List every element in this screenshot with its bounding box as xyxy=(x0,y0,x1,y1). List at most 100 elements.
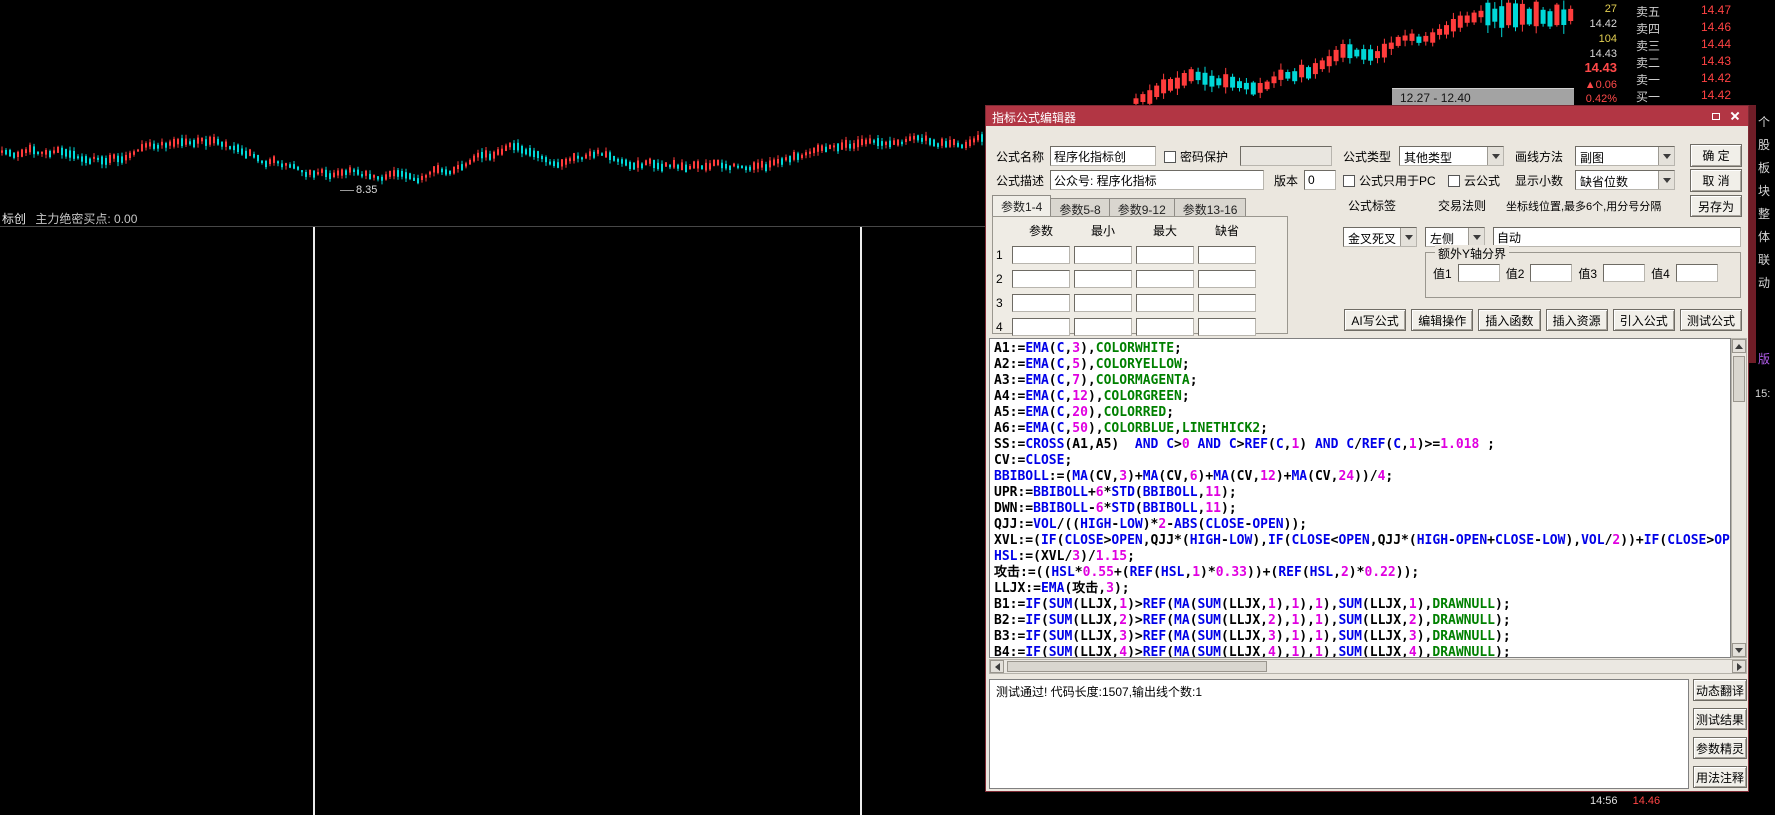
param-cell-input[interactable] xyxy=(1074,270,1132,288)
order-book-panel: 2714.4210414.4314.43▲0.060.42% 卖五14.47卖四… xyxy=(1579,0,1749,105)
scroll-right-icon[interactable] xyxy=(1732,660,1746,673)
coordinate-lines-input[interactable] xyxy=(1493,227,1741,247)
y-value-input-2[interactable] xyxy=(1530,264,1572,282)
scroll-down-icon[interactable] xyxy=(1732,643,1746,657)
code-line: A6:=EMA(C,50),COLORBLUE,LINETHICK2; xyxy=(994,421,1730,437)
param-column-header: 最小 xyxy=(1072,223,1134,239)
pc-only-checkbox[interactable]: 公式只用于PC xyxy=(1343,172,1436,189)
test-formula-button[interactable]: 测试公式 xyxy=(1680,309,1742,331)
edit-ops-button[interactable]: 编辑操作 xyxy=(1411,309,1473,331)
chevron-down-icon[interactable] xyxy=(1658,171,1674,189)
param-row-index: 3 xyxy=(994,296,1010,310)
quote-mini-value: 27 xyxy=(1579,3,1617,15)
usage-notes-button[interactable]: 用法注释 xyxy=(1693,766,1747,788)
trading-app-screen: 8.35 标创 主力绝密买点: 0.00 12.27 - 12.40 2714.… xyxy=(0,0,1775,815)
scroll-up-icon[interactable] xyxy=(1732,339,1746,353)
y-value-input-3[interactable] xyxy=(1603,264,1645,282)
code-vertical-scrollbar[interactable] xyxy=(1731,338,1747,658)
version-input[interactable] xyxy=(1304,170,1336,190)
param-cell-input[interactable] xyxy=(1136,294,1194,312)
checkbox-box[interactable] xyxy=(1343,175,1355,187)
draw-method-select[interactable]: 副图 xyxy=(1575,146,1675,166)
bid-level-label[interactable]: 买一 xyxy=(1636,88,1660,105)
formula-desc-input[interactable] xyxy=(1050,170,1264,190)
ask-level-price[interactable]: 14.46 xyxy=(1679,20,1731,34)
import-formula-button[interactable]: 引入公式 xyxy=(1613,309,1675,331)
scroll-left-icon[interactable] xyxy=(990,660,1004,673)
chevron-down-icon[interactable] xyxy=(1658,147,1674,165)
dialog-title: 指标公式编辑器 xyxy=(992,109,1076,126)
chevron-down-icon[interactable] xyxy=(1468,228,1484,246)
tab-params-1[interactable]: 参数1-4 xyxy=(992,195,1051,216)
cancel-button[interactable]: 取 消 xyxy=(1690,169,1742,192)
param-tabs: 参数1-4参数5-8参数9-12参数13-16 xyxy=(992,195,1245,216)
scrollbar-thumb[interactable] xyxy=(1007,661,1267,672)
strip-char: 板 xyxy=(1758,161,1772,175)
formula-code-editor[interactable]: A1:=EMA(C,3),COLORWHITE;A2:=EMA(C,5),COL… xyxy=(989,338,1731,658)
param-cell-input[interactable] xyxy=(1198,318,1256,336)
close-window-button[interactable] xyxy=(1727,109,1743,123)
param-cell-input[interactable] xyxy=(1012,294,1070,312)
test-result-button[interactable]: 测试结果 xyxy=(1693,708,1747,730)
position-select[interactable]: 左侧 xyxy=(1425,227,1485,247)
tab-params-3[interactable]: 参数9-12 xyxy=(1109,198,1175,216)
ask-level-price[interactable]: 14.42 xyxy=(1679,71,1731,85)
code-line: HSL:=(XVL/3)/1.15; xyxy=(994,549,1730,565)
param-cell-input[interactable] xyxy=(1136,318,1194,336)
restore-window-button[interactable] xyxy=(1708,109,1724,123)
dynamic-translate-button[interactable]: 动态翻译 xyxy=(1693,679,1747,701)
ok-button[interactable]: 确 定 xyxy=(1690,144,1742,167)
password-protect-checkbox[interactable]: 密码保护 xyxy=(1164,148,1228,165)
save-as-button[interactable]: 另存为 xyxy=(1690,195,1742,217)
tab-params-2[interactable]: 参数5-8 xyxy=(1050,198,1109,216)
param-cell-input[interactable] xyxy=(1074,246,1132,264)
insert-function-button[interactable]: 插入函数 xyxy=(1478,309,1540,331)
extra-y-axis-legend: 额外Y轴分界 xyxy=(1435,245,1509,262)
param-cell-input[interactable] xyxy=(1136,246,1194,264)
insert-resource-button[interactable]: 插入资源 xyxy=(1546,309,1608,331)
ask-level-label[interactable]: 卖二 xyxy=(1636,54,1660,71)
formula-name-input[interactable] xyxy=(1050,146,1156,166)
param-cell-input[interactable] xyxy=(1198,246,1256,264)
ask-level-label[interactable]: 卖四 xyxy=(1636,20,1660,37)
param-wizard-button[interactable]: 参数精灵 xyxy=(1693,737,1747,759)
chevron-down-icon[interactable] xyxy=(1487,147,1503,165)
marker-dash xyxy=(340,190,354,191)
ask-level-label[interactable]: 卖一 xyxy=(1636,71,1660,88)
formula-tag-select[interactable]: 金叉死叉 xyxy=(1343,227,1417,247)
dialog-titlebar[interactable]: 指标公式编辑器 xyxy=(986,106,1748,126)
y-value-input-1[interactable] xyxy=(1458,264,1500,282)
ask-level-price[interactable]: 14.44 xyxy=(1679,37,1731,51)
param-cell-input[interactable] xyxy=(1012,318,1070,336)
param-cell-input[interactable] xyxy=(1074,294,1132,312)
bid-level-price[interactable]: 14.42 xyxy=(1679,88,1731,102)
param-grid: 参数最小最大缺省1234 xyxy=(994,219,1258,339)
decimal-select[interactable]: 缺省位数 xyxy=(1575,170,1675,190)
test-status-text: 测试通过! 代码长度:1507,输出线个数:1 xyxy=(996,685,1202,699)
formula-type-select[interactable]: 其他类型 xyxy=(1399,146,1504,166)
param-cell-input[interactable] xyxy=(1012,270,1070,288)
scrollbar-thumb[interactable] xyxy=(1733,356,1745,402)
param-cell-input[interactable] xyxy=(1012,246,1070,264)
tab-params-4[interactable]: 参数13-16 xyxy=(1174,198,1247,216)
ask-level-label[interactable]: 卖五 xyxy=(1636,3,1660,20)
ask-level-price[interactable]: 14.47 xyxy=(1679,3,1731,17)
cloud-formula-checkbox[interactable]: 云公式 xyxy=(1448,172,1500,189)
checkbox-box[interactable] xyxy=(1448,175,1460,187)
chevron-down-icon[interactable] xyxy=(1400,228,1416,246)
param-cell-input[interactable] xyxy=(1198,294,1256,312)
checkbox-box[interactable] xyxy=(1164,151,1176,163)
param-row-index: 1 xyxy=(994,248,1010,262)
password-input[interactable] xyxy=(1240,146,1332,166)
param-cell-input[interactable] xyxy=(1136,270,1194,288)
param-cell-input[interactable] xyxy=(1074,318,1132,336)
signal-spike xyxy=(860,227,862,815)
code-line: B2:=IF(SUM(LLJX,2)>REF(MA(SUM(LLJX,2),1)… xyxy=(994,613,1730,629)
ai-write-formula-button[interactable]: AI写公式 xyxy=(1344,309,1406,331)
ask-level-price[interactable]: 14.43 xyxy=(1679,54,1731,68)
price-range-text: 12.27 - 12.40 xyxy=(1400,91,1471,105)
code-horizontal-scrollbar[interactable] xyxy=(989,659,1747,674)
ask-level-label[interactable]: 卖三 xyxy=(1636,37,1660,54)
y-value-input-4[interactable] xyxy=(1676,264,1718,282)
param-cell-input[interactable] xyxy=(1198,270,1256,288)
